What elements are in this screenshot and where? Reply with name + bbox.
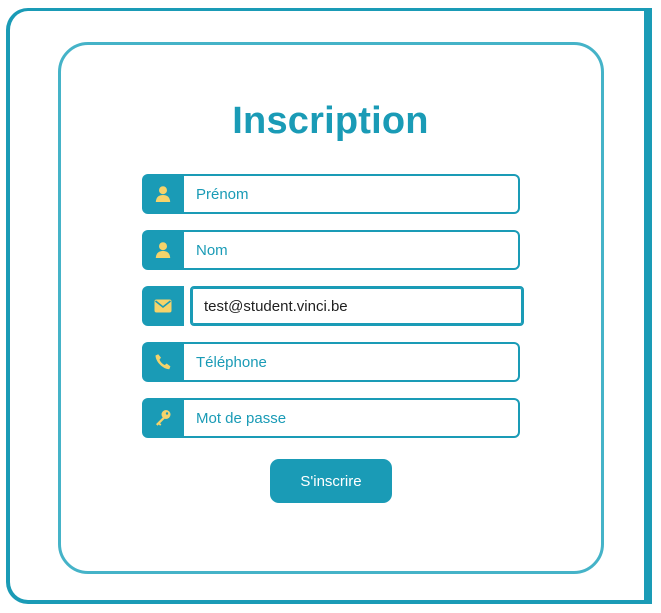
first-name-field[interactable] — [184, 174, 520, 214]
phone-icon — [142, 342, 184, 382]
key-icon — [142, 398, 184, 438]
register-button[interactable]: S'inscrire — [270, 459, 392, 503]
last-name-field[interactable] — [184, 230, 520, 270]
first-name-row — [142, 174, 520, 214]
user-icon — [142, 230, 184, 270]
email-row — [142, 286, 524, 326]
phone-row — [142, 342, 520, 382]
user-icon — [142, 174, 184, 214]
phone-field[interactable] — [184, 342, 520, 382]
page-title: Inscription — [232, 100, 429, 142]
last-name-row — [142, 230, 520, 270]
email-field[interactable] — [190, 286, 524, 326]
envelope-icon — [142, 286, 184, 326]
password-field[interactable] — [184, 398, 520, 438]
password-row — [142, 398, 520, 438]
